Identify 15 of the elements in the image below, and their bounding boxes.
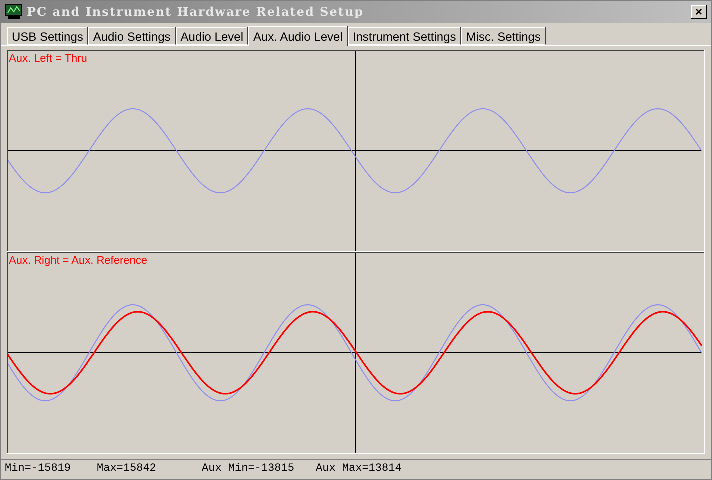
status-text: Aux Max=13814 — [316, 462, 403, 478]
tab[interactable]: USB Settings — [7, 27, 88, 45]
tab[interactable]: Aux. Audio Level — [248, 26, 348, 46]
window-title: PC and Instrument Hardware Related Setup — [27, 4, 364, 21]
tab[interactable]: Misc. Settings — [461, 27, 546, 45]
tab[interactable]: Audio Settings — [88, 27, 176, 45]
monitor-icon — [5, 4, 23, 20]
close-button[interactable]: × — [691, 5, 707, 19]
status-text: Aux Min=-13815 — [202, 462, 296, 478]
tab[interactable]: Instrument Settings — [348, 27, 462, 45]
tab[interactable]: Audio Level — [176, 27, 248, 45]
plot-label: Aux. Left = Thru — [9, 52, 88, 67]
status-text: Max=15842 — [97, 462, 158, 478]
plot-label: Aux. Right = Aux. Reference — [9, 254, 148, 269]
status-text: Min=-15819 — [5, 462, 72, 478]
